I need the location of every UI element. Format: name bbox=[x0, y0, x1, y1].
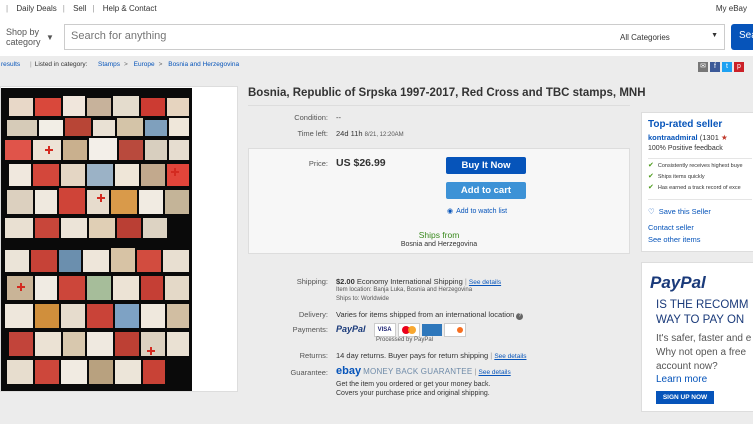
back-to-results-link[interactable]: results bbox=[1, 61, 20, 68]
add-to-watch-list-link[interactable]: ◉ Add to watch list bbox=[447, 207, 507, 215]
search-input[interactable] bbox=[65, 25, 597, 47]
chevron-down-icon: ▼ bbox=[711, 32, 718, 39]
checkmark-icon: ✔ bbox=[648, 173, 654, 180]
sign-up-now-button[interactable]: SIGN UP NOW bbox=[656, 391, 714, 404]
ad-text-2: Why not open a free bbox=[656, 347, 747, 358]
positive-feedback: 100% Positive feedback bbox=[648, 145, 723, 152]
ad-text-3: account now? bbox=[656, 361, 718, 372]
ad-text-1: It's safer, faster and e bbox=[656, 333, 752, 344]
save-seller-link[interactable]: ♡ Save this Seller bbox=[648, 207, 711, 216]
seller-point: ✔ Consistently receives highest buye bbox=[648, 162, 743, 169]
item-image-panel bbox=[0, 86, 238, 392]
discover-icon bbox=[443, 323, 466, 337]
listing-title: Bosnia, Republic of Srpska 1997-2017, Re… bbox=[248, 87, 646, 99]
nav-separator: | bbox=[6, 4, 9, 13]
delivery-value: Varies for items shipped from an interna… bbox=[336, 310, 524, 320]
see-other-items-link[interactable]: See other items bbox=[648, 235, 701, 244]
search-button[interactable]: Sea bbox=[731, 24, 753, 50]
mastercard-icon bbox=[397, 323, 420, 337]
twitter-share-icon[interactable]: t bbox=[722, 62, 732, 72]
search-box bbox=[64, 24, 614, 50]
ships-from-label: Ships from bbox=[418, 230, 460, 240]
ebay-logo: ebay bbox=[336, 365, 362, 377]
visa-icon: VISA bbox=[373, 323, 396, 337]
buy-it-now-button[interactable]: Buy It Now bbox=[446, 157, 526, 174]
breadcrumb-bosnia[interactable]: Bosnia and Herzegovina bbox=[168, 61, 239, 68]
guarantee-line-2: Covers your purchase price and original … bbox=[336, 390, 490, 397]
category-select[interactable]: All Categories ▼ bbox=[612, 24, 725, 50]
listed-in-label: | Listed in category: bbox=[30, 61, 88, 68]
processed-by-paypal: Processed by PayPal bbox=[376, 337, 434, 343]
sell-link[interactable]: Sell bbox=[73, 4, 86, 13]
search-row: Shop by category ▼ All Categories ▼ Sea bbox=[0, 18, 753, 56]
shipping-label: Shipping: bbox=[296, 277, 328, 286]
seller-name-row: kontraadmiral (1301 ★ bbox=[648, 133, 728, 142]
divider bbox=[248, 105, 630, 106]
breadcrumb: results | Listed in category: Stamps > Eur… bbox=[1, 61, 240, 68]
help-contact-link[interactable]: Help & Contact bbox=[103, 4, 157, 13]
seller-info-panel: Top-rated seller kontraadmiral (1301 ★ 1… bbox=[641, 112, 753, 252]
price-label: Price: bbox=[308, 159, 328, 168]
amex-icon bbox=[421, 324, 442, 336]
time-left-value: 24d 11h 8/21, 12:20AM bbox=[336, 129, 404, 138]
guarantee-label: Guarantee: bbox=[290, 368, 328, 377]
add-to-cart-button[interactable]: Add to cart bbox=[446, 182, 526, 199]
item-photo[interactable] bbox=[1, 88, 192, 391]
ships-to: Ships to: Worldwide bbox=[336, 296, 389, 302]
payment-methods: PayPal VISA bbox=[336, 323, 466, 337]
ad-headline-1: IS THE RECOMM bbox=[656, 299, 749, 311]
breadcrumb-europe[interactable]: Europe bbox=[134, 61, 155, 68]
price-value: US $26.99 bbox=[336, 157, 386, 169]
breadcrumb-stamps[interactable]: Stamps bbox=[98, 61, 120, 68]
feedback-star-icon: ★ bbox=[720, 133, 728, 142]
checkmark-icon: ✔ bbox=[648, 162, 654, 169]
money-back-guarantee-logo: MONEY BACK GUARANTEE bbox=[363, 367, 473, 376]
heart-icon: ♡ bbox=[648, 207, 655, 216]
facebook-share-icon[interactable]: f bbox=[710, 62, 720, 72]
delivery-label: Delivery: bbox=[298, 310, 328, 319]
payments-label: Payments: bbox=[292, 325, 328, 334]
top-rated-seller-badge: Top-rated seller bbox=[648, 119, 723, 130]
learn-more-link[interactable]: Learn more bbox=[656, 374, 707, 385]
condition-label: Condition: bbox=[294, 113, 328, 122]
returns-value: 14 day returns. Buyer pays for return sh… bbox=[336, 351, 527, 360]
seller-name-link[interactable]: kontraadmiral bbox=[648, 133, 698, 142]
seller-point: ✔ Ships items quickly bbox=[648, 173, 705, 180]
item-location: Item location: Banja Luka, Bosnia and He… bbox=[336, 287, 473, 293]
shipping-value: $2.00 Economy International Shipping | S… bbox=[336, 277, 502, 286]
returns-label: Returns: bbox=[299, 351, 328, 360]
contact-seller-link[interactable]: Contact seller bbox=[648, 223, 694, 232]
pinterest-share-icon[interactable]: p bbox=[734, 62, 744, 72]
eye-icon: ◉ bbox=[447, 208, 454, 215]
ad-headline-2: WAY TO PAY ON bbox=[656, 314, 745, 326]
share-icons: ✉ f t p bbox=[698, 59, 746, 72]
condition-value: -- bbox=[336, 113, 341, 122]
paypal-logo: PayPal bbox=[336, 323, 366, 334]
shop-by-category-button[interactable]: Shop by category ▼ bbox=[6, 27, 54, 47]
shipping-see-details-link[interactable]: See details bbox=[469, 279, 501, 286]
paypal-ad-logo: PayPal bbox=[650, 273, 706, 292]
top-nav-bar: | Daily Deals | Sell | Help & Contact My e… bbox=[0, 0, 753, 19]
info-icon[interactable]: ? bbox=[516, 313, 524, 320]
stamps-image bbox=[1, 88, 192, 391]
paypal-ad[interactable]: PayPal IS THE RECOMM WAY TO PAY ON It's … bbox=[641, 262, 753, 412]
guarantee-value: ebay MONEY BACK GUARANTEE | See details bbox=[336, 365, 511, 377]
guarantee-see-details-link[interactable]: See details bbox=[479, 369, 511, 376]
chevron-down-icon: ▼ bbox=[46, 33, 54, 42]
checkmark-icon: ✔ bbox=[648, 184, 654, 191]
email-share-icon[interactable]: ✉ bbox=[698, 62, 708, 72]
guarantee-line-1: Get the item you ordered or get your mon… bbox=[336, 381, 491, 388]
time-left-label: Time left: bbox=[297, 129, 328, 138]
my-ebay-link[interactable]: My eBay bbox=[716, 4, 747, 13]
seller-point: ✔ Has earned a track record of exce bbox=[648, 184, 741, 191]
ships-from-location: Bosnia and Herzegovina bbox=[400, 241, 478, 248]
returns-see-details-link[interactable]: See details bbox=[494, 353, 526, 360]
daily-deals-link[interactable]: Daily Deals bbox=[16, 4, 56, 13]
